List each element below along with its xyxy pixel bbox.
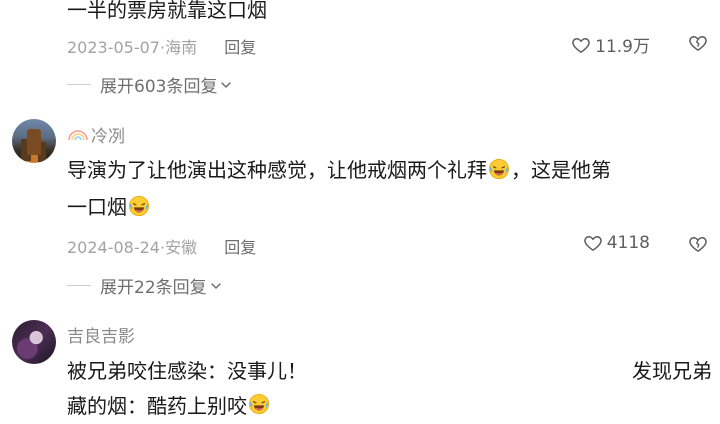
comment-location: 海南	[165, 38, 198, 57]
comment-item: 吉良吉影 被兄弟咬住感染：没事儿！ 发现兄弟 藏的烟：酷药上别咬	[0, 312, 720, 418]
expand-replies-label: 展开22条回复	[100, 278, 207, 298]
expand-divider	[67, 285, 91, 286]
chevron-down-icon	[221, 81, 232, 88]
username-label: 吉良吉影	[67, 327, 135, 347]
comment-item: 冷冽 导演为了让他演出这种感觉，让他戒烟两个礼拜 ，这是他第 一口烟 2024-0…	[0, 110, 720, 305]
comment-meta: 2024-08-24·安徽 回复	[67, 234, 256, 258]
comment-text: 导演为了让他演出这种感觉，让他戒烟两个礼拜 ，这是他第	[67, 153, 611, 188]
comment-text: 一半的票房就靠这口烟	[67, 0, 267, 22]
laughing-tears-emoji	[128, 195, 150, 217]
chevron-down-icon	[210, 282, 221, 289]
like-count: 4118	[606, 233, 650, 253]
comment-text-part: ，这是他第	[511, 158, 611, 182]
comment-text: 被兄弟咬住感染：没事儿！	[67, 359, 307, 383]
rainbow-icon	[68, 130, 88, 141]
comment-item: 一半的票房就靠这口烟 2023-05-07·海南 回复 11.9万 展开603条…	[0, 0, 720, 100]
heart-outline-icon	[583, 233, 603, 253]
comment-text-part: 藏的烟：酷药上别咬	[67, 394, 247, 418]
expand-replies-button[interactable]: 展开603条回复	[67, 72, 233, 97]
username-label: 冷冽	[91, 127, 125, 147]
comment-text-part: 导演为了让他演出这种感觉，让他戒烟两个礼拜	[67, 158, 487, 182]
comment-date: 2023-05-07	[67, 38, 160, 57]
broken-heart-icon[interactable]	[688, 234, 708, 254]
username[interactable]: 冷冽	[67, 122, 125, 147]
comment-text-line2: 藏的烟：酷药上别咬	[67, 389, 271, 424]
like-count: 11.9万	[595, 37, 650, 57]
reply-button[interactable]: 回复	[224, 238, 256, 257]
comment-date: 2024-08-24	[67, 238, 160, 257]
comment-text-line2: 一口烟	[67, 190, 151, 225]
reply-button[interactable]: 回复	[224, 38, 256, 57]
expand-divider	[67, 84, 91, 85]
comment-text-part: 一口烟	[67, 195, 127, 219]
comment-text-right: 发现兄弟	[632, 359, 712, 383]
expand-replies-button[interactable]: 展开22条回复	[67, 273, 223, 298]
comment-location: 安徽	[165, 238, 198, 257]
broken-heart-icon[interactable]	[688, 33, 708, 53]
like-button[interactable]: 4118	[583, 233, 650, 253]
username[interactable]: 吉良吉影	[67, 322, 135, 347]
comment-meta: 2023-05-07·海南 回复	[67, 34, 256, 58]
avatar[interactable]	[12, 320, 56, 364]
laughing-tears-emoji	[488, 158, 510, 180]
heart-outline-icon	[571, 35, 591, 55]
like-button[interactable]: 11.9万	[571, 32, 650, 57]
expand-replies-label: 展开603条回复	[100, 77, 218, 97]
laughing-tears-emoji	[248, 393, 270, 415]
avatar[interactable]	[12, 119, 56, 163]
